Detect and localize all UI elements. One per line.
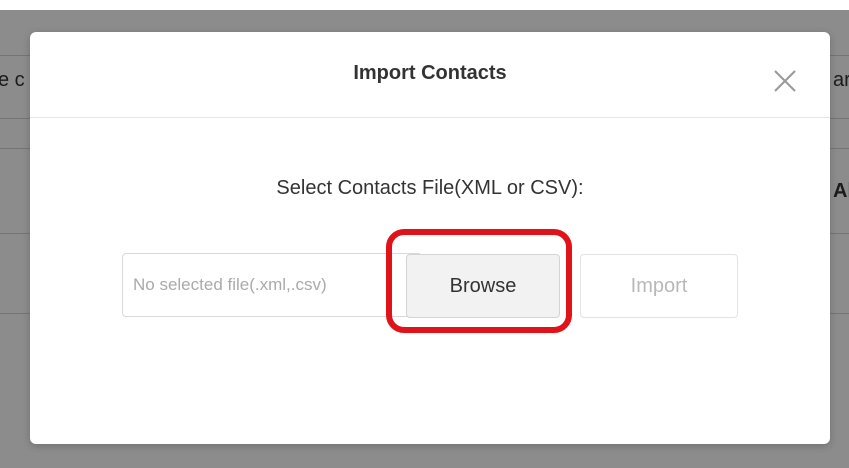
- selected-file-field[interactable]: [122, 253, 422, 317]
- top-strip: [0, 0, 849, 10]
- close-icon: [774, 70, 796, 92]
- browse-button[interactable]: Browse: [406, 254, 560, 318]
- modal-header: Import Contacts: [30, 32, 830, 118]
- modal-title: Import Contacts: [353, 62, 507, 84]
- import-button[interactable]: Import: [580, 254, 738, 318]
- import-contacts-modal: Import Contacts Select Contacts File(XML…: [30, 32, 830, 444]
- close-button[interactable]: [772, 68, 798, 94]
- select-file-prompt: Select Contacts File(XML or CSV):: [276, 177, 584, 199]
